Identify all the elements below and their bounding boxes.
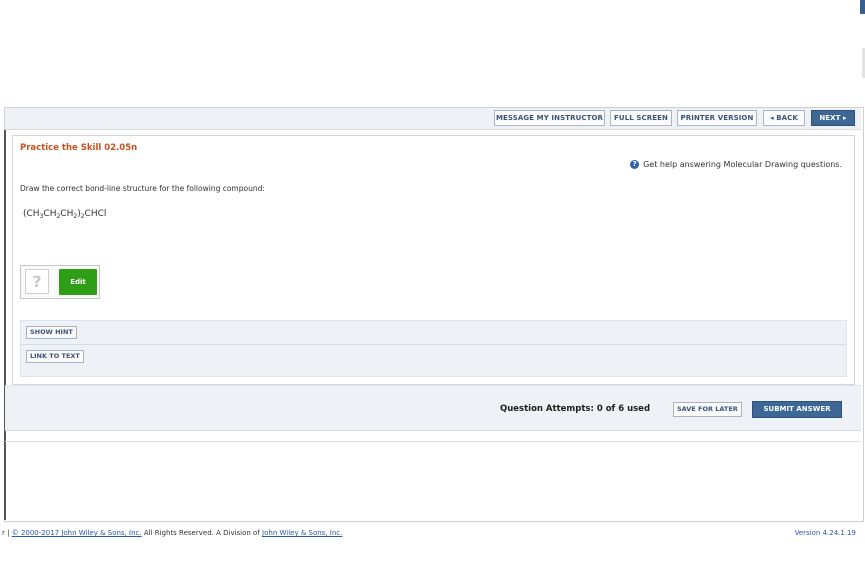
question-instruction: Draw the correct bond-line structure for… (20, 184, 265, 193)
submit-answer-button[interactable]: SUBMIT ANSWER (752, 401, 842, 418)
help-text: Get help answering Molecular Drawing que… (643, 160, 842, 169)
rights-text: All Rights Reserved. A Division of (141, 529, 263, 537)
full-screen-button[interactable]: FULL SCREEN (610, 110, 672, 126)
printer-version-button[interactable]: PRINTER VERSION (677, 110, 757, 126)
section-divider (5, 441, 861, 442)
scrollbar-thumb[interactable] (860, 0, 865, 14)
version-label: Version 4.24.1.19 (794, 529, 856, 537)
footer-left-mark: r (2, 529, 5, 537)
question-circle-icon: ? (630, 160, 640, 169)
copyright-link[interactable]: © 2000-2017 John Wiley & Sons, Inc. (12, 529, 142, 537)
formula-part: CH (43, 209, 57, 219)
footer-separator: | (7, 529, 10, 537)
link-to-text-button[interactable]: LINK TO TEXT (26, 350, 84, 363)
help-link[interactable]: ? Get help answering Molecular Drawing q… (630, 160, 842, 169)
message-instructor-button[interactable]: MESSAGE MY INSTRUCTOR (494, 110, 605, 126)
hint-divider (20, 344, 846, 345)
formula-part: CHCl (84, 209, 107, 219)
back-button[interactable]: ◂ BACK (763, 110, 805, 126)
compound-formula: (CH3CH2CH2)2CHCl (23, 209, 106, 220)
question-title: Practice the Skill 02.05n (20, 143, 138, 153)
show-hint-button[interactable]: SHOW HINT (26, 326, 77, 339)
formula-part: (CH (23, 209, 40, 219)
save-for-later-button[interactable]: SAVE FOR LATER (673, 402, 742, 417)
formula-part: CH (60, 209, 74, 219)
company-link[interactable]: John Wiley & Sons, Inc. (262, 529, 342, 537)
attempts-counter: Question Attempts: 0 of 6 used (500, 404, 651, 414)
empty-drawing-placeholder: ? (25, 269, 49, 294)
next-button[interactable]: NEXT ▸ (811, 110, 855, 126)
edit-drawing-button[interactable]: Edit (59, 269, 97, 295)
frame-left-border (4, 130, 6, 520)
hint-area (20, 320, 847, 377)
footer-copyright: r | © 2000-2017 John Wiley & Sons, Inc. … (2, 529, 342, 537)
